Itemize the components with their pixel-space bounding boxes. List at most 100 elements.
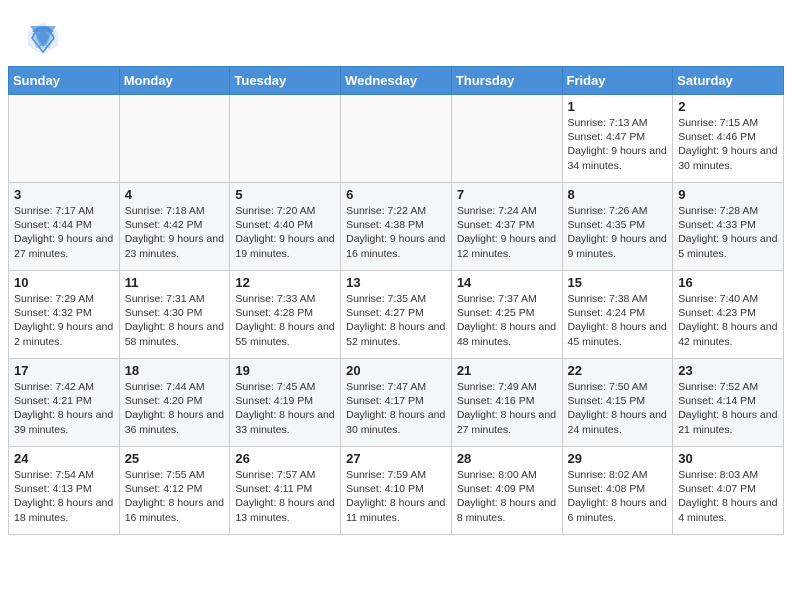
calendar-cell: 1 Sunrise: 7:13 AMSunset: 4:47 PMDaylight… <box>562 95 673 183</box>
day-info: Sunrise: 7:20 AMSunset: 4:40 PMDaylight:… <box>235 204 335 261</box>
day-info: Sunrise: 8:03 AMSunset: 4:07 PMDaylight:… <box>678 468 778 525</box>
day-number: 15 <box>568 275 668 290</box>
day-info: Sunrise: 7:47 AMSunset: 4:17 PMDaylight:… <box>346 380 446 437</box>
day-number: 5 <box>235 187 335 202</box>
day-info: Sunrise: 7:37 AMSunset: 4:25 PMDaylight:… <box>457 292 557 349</box>
day-number: 19 <box>235 363 335 378</box>
day-number: 1 <box>568 99 668 114</box>
calendar-cell: 3Sunrise: 7:17 AMSunset: 4:44 PMDaylight… <box>9 183 120 271</box>
calendar-cell: 19 Sunrise: 7:45 AMSunset: 4:19 PMDayligh… <box>230 359 341 447</box>
day-info: Sunrise: 7:29 AMSunset: 4:32 PMDaylight:… <box>14 292 114 349</box>
day-info: Sunrise: 7:33 AMSunset: 4:28 PMDaylight:… <box>235 292 335 349</box>
day-info: Sunrise: 7:55 AMSunset: 4:12 PMDaylight:… <box>125 468 225 525</box>
weekday-header-monday: Monday <box>119 67 230 95</box>
day-number: 24 <box>14 451 114 466</box>
calendar-cell: 6 Sunrise: 7:22 AMSunset: 4:38 PMDaylight… <box>341 183 452 271</box>
weekday-header-thursday: Thursday <box>451 67 562 95</box>
calendar-header: SundayMondayTuesdayWednesdayThursdayFrid… <box>9 67 784 95</box>
calendar-cell: 14 Sunrise: 7:37 AMSunset: 4:25 PMDayligh… <box>451 271 562 359</box>
day-number: 18 <box>125 363 225 378</box>
calendar-cell: 13 Sunrise: 7:35 AMSunset: 4:27 PMDayligh… <box>341 271 452 359</box>
calendar-cell: 16Sunrise: 7:40 AMSunset: 4:23 PMDayligh… <box>673 271 784 359</box>
calendar-cell: 25 Sunrise: 7:55 AMSunset: 4:12 PMDayligh… <box>119 447 230 535</box>
day-info: Sunrise: 7:26 AMSunset: 4:35 PMDaylight:… <box>568 204 668 261</box>
calendar-cell <box>230 95 341 183</box>
day-number: 13 <box>346 275 446 290</box>
day-info: Sunrise: 7:54 AMSunset: 4:13 PMDaylight:… <box>14 468 114 525</box>
calendar-cell: 17 Sunrise: 7:42 AMSunset: 4:21 PMDayligh… <box>9 359 120 447</box>
day-info: Sunrise: 7:38 AMSunset: 4:24 PMDaylight:… <box>568 292 668 349</box>
calendar-cell: 30 Sunrise: 8:03 AMSunset: 4:07 PMDayligh… <box>673 447 784 535</box>
calendar-cell: 28 Sunrise: 8:00 AMSunset: 4:09 PMDayligh… <box>451 447 562 535</box>
day-info: Sunrise: 7:59 AMSunset: 4:10 PMDaylight:… <box>346 468 446 525</box>
day-info: Sunrise: 8:00 AMSunset: 4:09 PMDaylight:… <box>457 468 557 525</box>
day-number: 22 <box>568 363 668 378</box>
day-info: Sunrise: 7:13 AMSunset: 4:47 PMDaylight:… <box>568 116 668 173</box>
day-info: Sunrise: 7:24 AMSunset: 4:37 PMDaylight:… <box>457 204 557 261</box>
calendar-cell: 15 Sunrise: 7:38 AMSunset: 4:24 PMDayligh… <box>562 271 673 359</box>
calendar-cell: 7 Sunrise: 7:24 AMSunset: 4:37 PMDaylight… <box>451 183 562 271</box>
calendar-table: SundayMondayTuesdayWednesdayThursdayFrid… <box>8 66 784 535</box>
calendar-cell: 2 Sunrise: 7:15 AMSunset: 4:46 PMDaylight… <box>673 95 784 183</box>
day-number: 21 <box>457 363 557 378</box>
day-number: 30 <box>678 451 778 466</box>
calendar-week-2: 3Sunrise: 7:17 AMSunset: 4:44 PMDaylight… <box>9 183 784 271</box>
day-info: Sunrise: 7:35 AMSunset: 4:27 PMDaylight:… <box>346 292 446 349</box>
calendar-week-4: 17 Sunrise: 7:42 AMSunset: 4:21 PMDayligh… <box>9 359 784 447</box>
calendar-cell: 12 Sunrise: 7:33 AMSunset: 4:28 PMDayligh… <box>230 271 341 359</box>
weekday-header-sunday: Sunday <box>9 67 120 95</box>
calendar-cell: 21Sunrise: 7:49 AMSunset: 4:16 PMDayligh… <box>451 359 562 447</box>
day-number: 2 <box>678 99 778 114</box>
day-info: Sunrise: 7:45 AMSunset: 4:19 PMDaylight:… <box>235 380 335 437</box>
day-info: Sunrise: 7:50 AMSunset: 4:15 PMDaylight:… <box>568 380 668 437</box>
day-info: Sunrise: 7:31 AMSunset: 4:30 PMDaylight:… <box>125 292 225 349</box>
day-info: Sunrise: 8:02 AMSunset: 4:08 PMDaylight:… <box>568 468 668 525</box>
day-number: 6 <box>346 187 446 202</box>
day-number: 17 <box>14 363 114 378</box>
calendar-cell <box>9 95 120 183</box>
calendar-cell: 11 Sunrise: 7:31 AMSunset: 4:30 PMDayligh… <box>119 271 230 359</box>
calendar-week-3: 10 Sunrise: 7:29 AMSunset: 4:32 PMDayligh… <box>9 271 784 359</box>
day-number: 12 <box>235 275 335 290</box>
day-number: 29 <box>568 451 668 466</box>
calendar-cell: 5 Sunrise: 7:20 AMSunset: 4:40 PMDaylight… <box>230 183 341 271</box>
calendar-cell: 29 Sunrise: 8:02 AMSunset: 4:08 PMDayligh… <box>562 447 673 535</box>
day-number: 14 <box>457 275 557 290</box>
day-info: Sunrise: 7:57 AMSunset: 4:11 PMDaylight:… <box>235 468 335 525</box>
day-number: 27 <box>346 451 446 466</box>
day-info: Sunrise: 7:42 AMSunset: 4:21 PMDaylight:… <box>14 380 114 437</box>
weekday-header-wednesday: Wednesday <box>341 67 452 95</box>
day-number: 7 <box>457 187 557 202</box>
calendar-cell: 9Sunrise: 7:28 AMSunset: 4:33 PMDaylight… <box>673 183 784 271</box>
calendar-cell <box>119 95 230 183</box>
calendar-week-1: 1 Sunrise: 7:13 AMSunset: 4:47 PMDaylight… <box>9 95 784 183</box>
day-number: 25 <box>125 451 225 466</box>
calendar-cell: 27 Sunrise: 7:59 AMSunset: 4:10 PMDayligh… <box>341 447 452 535</box>
weekday-header-friday: Friday <box>562 67 673 95</box>
day-info: Sunrise: 7:18 AMSunset: 4:42 PMDaylight:… <box>125 204 225 261</box>
calendar-cell: 22 Sunrise: 7:50 AMSunset: 4:15 PMDayligh… <box>562 359 673 447</box>
day-number: 10 <box>14 275 114 290</box>
calendar-cell: 18 Sunrise: 7:44 AMSunset: 4:20 PMDayligh… <box>119 359 230 447</box>
day-info: Sunrise: 7:22 AMSunset: 4:38 PMDaylight:… <box>346 204 446 261</box>
day-info: Sunrise: 7:44 AMSunset: 4:20 PMDaylight:… <box>125 380 225 437</box>
calendar-cell: 23Sunrise: 7:52 AMSunset: 4:14 PMDayligh… <box>673 359 784 447</box>
calendar-cell: 10 Sunrise: 7:29 AMSunset: 4:32 PMDayligh… <box>9 271 120 359</box>
weekday-header-tuesday: Tuesday <box>230 67 341 95</box>
logo-icon <box>24 18 62 56</box>
day-info: Sunrise: 7:15 AMSunset: 4:46 PMDaylight:… <box>678 116 778 173</box>
weekday-header-saturday: Saturday <box>673 67 784 95</box>
day-info: Sunrise: 7:17 AMSunset: 4:44 PMDaylight:… <box>14 204 114 261</box>
day-number: 28 <box>457 451 557 466</box>
day-number: 23 <box>678 363 778 378</box>
calendar-week-5: 24 Sunrise: 7:54 AMSunset: 4:13 PMDayligh… <box>9 447 784 535</box>
weekday-header-row: SundayMondayTuesdayWednesdayThursdayFrid… <box>9 67 784 95</box>
logo <box>24 18 66 56</box>
calendar-cell: 20Sunrise: 7:47 AMSunset: 4:17 PMDayligh… <box>341 359 452 447</box>
day-number: 26 <box>235 451 335 466</box>
day-info: Sunrise: 7:28 AMSunset: 4:33 PMDaylight:… <box>678 204 778 261</box>
day-number: 11 <box>125 275 225 290</box>
calendar-body: 1 Sunrise: 7:13 AMSunset: 4:47 PMDaylight… <box>9 95 784 535</box>
calendar-cell <box>341 95 452 183</box>
calendar-cell: 4Sunrise: 7:18 AMSunset: 4:42 PMDaylight… <box>119 183 230 271</box>
